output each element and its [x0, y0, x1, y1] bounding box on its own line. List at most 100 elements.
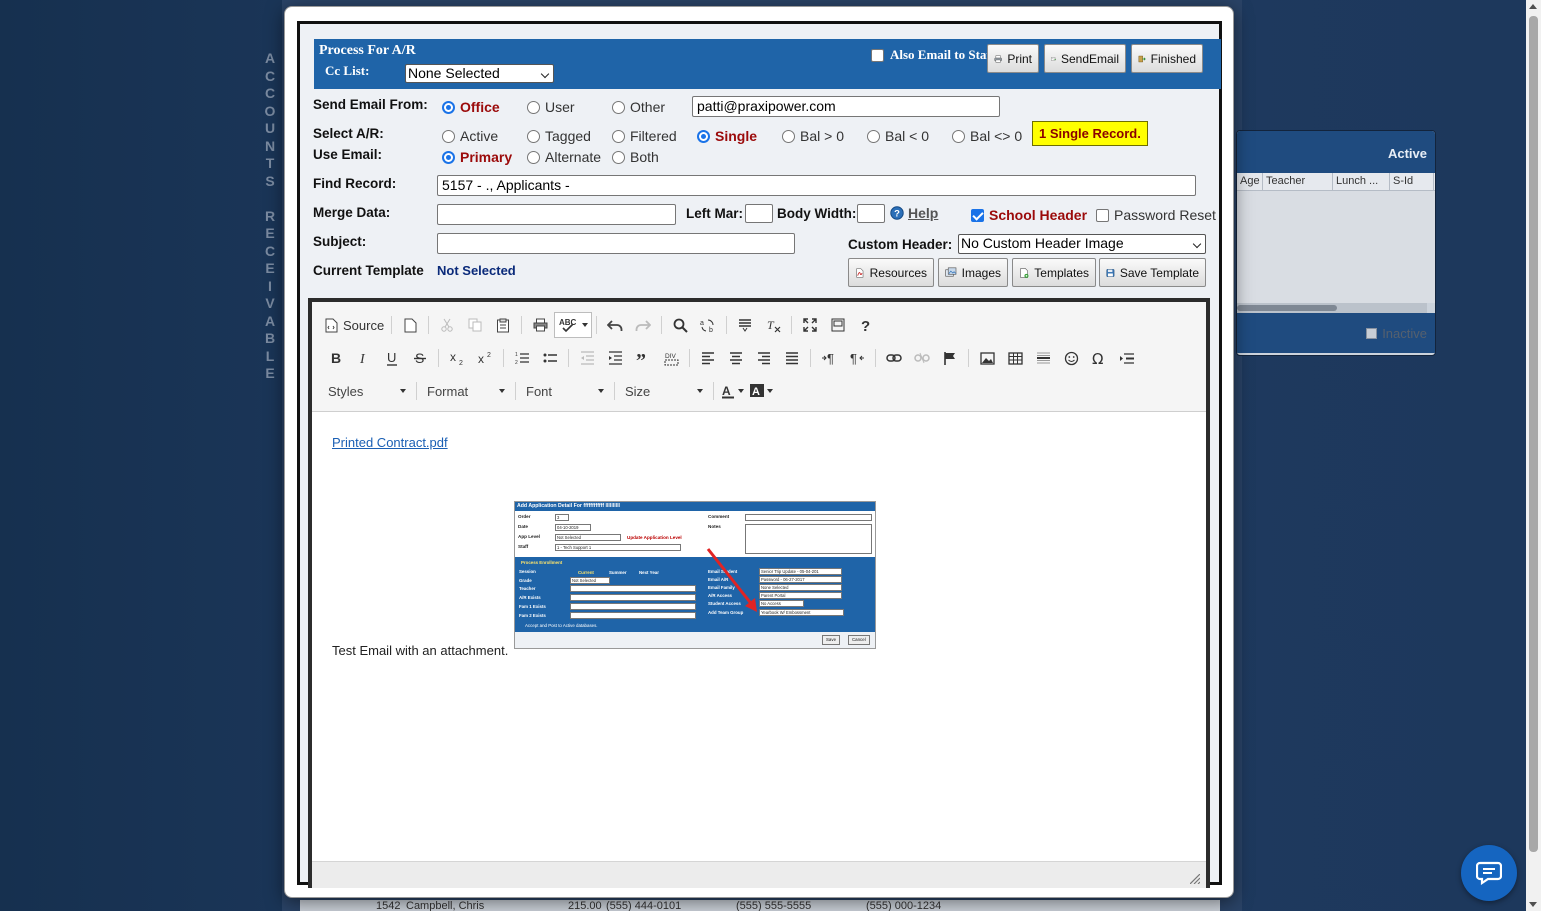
merge-data-input[interactable] [437, 204, 676, 225]
select-ar-active-radio[interactable] [442, 129, 455, 143]
chat-button[interactable] [1461, 845, 1517, 901]
horizontal-rule-button[interactable] [1029, 345, 1057, 371]
editor-content-area[interactable]: Printed Contract.pdf Test Email with an … [312, 413, 1206, 861]
anchor-button[interactable] [936, 345, 964, 371]
select-ar-bal-gt-0[interactable]: Bal > 0 [782, 128, 844, 144]
resize-handle-icon[interactable] [1190, 874, 1200, 884]
send-from-office[interactable]: Office [442, 99, 500, 115]
send-from-user[interactable]: User [527, 99, 575, 115]
select-ar-tagged-radio[interactable] [527, 129, 540, 143]
select-ar-single-radio[interactable] [697, 129, 710, 143]
cc-list-select[interactable]: None Selected [405, 64, 554, 83]
inactive-checkbox[interactable] [1366, 327, 1378, 339]
size-combo[interactable]: Size [619, 378, 709, 404]
side-panel-scrollbar[interactable] [1237, 303, 1427, 313]
background-color-button[interactable]: A [747, 378, 776, 404]
create-div-button[interactable]: DIV [657, 345, 685, 371]
new-page-button[interactable] [396, 312, 424, 338]
left-margin-input[interactable] [745, 204, 773, 223]
numbered-list-button[interactable]: 12 [508, 345, 536, 371]
select-ar-bal-ne-0[interactable]: Bal <> 0 [952, 128, 1022, 144]
copy-button[interactable] [461, 312, 489, 338]
special-char-button[interactable]: Ω [1085, 345, 1113, 371]
strikethrough-button[interactable]: S [406, 345, 434, 371]
save-template-button[interactable]: Save Template [1099, 258, 1206, 287]
attachment-link[interactable]: Printed Contract.pdf [332, 435, 448, 450]
use-email-alternate[interactable]: Alternate [527, 149, 601, 165]
smiley-button[interactable] [1057, 345, 1085, 371]
send-from-email-input[interactable]: patti@praxipower.com [692, 96, 1000, 117]
about-button[interactable]: ? [852, 312, 880, 338]
select-all-button[interactable] [731, 312, 759, 338]
subject-input[interactable] [437, 233, 795, 254]
format-combo[interactable]: Format [421, 378, 511, 404]
align-left-button[interactable] [694, 345, 722, 371]
select-ar-filtered-radio[interactable] [612, 129, 625, 143]
print-button[interactable]: Print [987, 44, 1039, 73]
school-header-checkbox[interactable] [971, 208, 984, 222]
cut-button[interactable] [433, 312, 461, 338]
scrollbar-thumb[interactable] [1529, 16, 1538, 852]
maximize-button[interactable] [796, 312, 824, 338]
select-ar-single[interactable]: Single [697, 128, 757, 144]
indent-button[interactable] [601, 345, 629, 371]
custom-header-select[interactable]: No Custom Header Image [958, 234, 1206, 254]
finished-button[interactable]: Finished [1131, 44, 1203, 73]
bulleted-list-button[interactable] [536, 345, 564, 371]
spellcheck-button[interactable]: ABC [554, 312, 593, 338]
subscript-button[interactable]: x2 [443, 345, 471, 371]
send-from-user-radio[interactable] [527, 100, 540, 114]
templates-button[interactable]: Templates [1012, 258, 1096, 287]
find-button[interactable] [666, 312, 694, 338]
replace-button[interactable]: ab [694, 312, 722, 338]
redo-button[interactable] [629, 312, 657, 338]
paste-button[interactable] [489, 312, 517, 338]
image-button[interactable] [973, 345, 1001, 371]
font-combo[interactable]: Font [520, 378, 610, 404]
print-editor-button[interactable] [526, 312, 554, 338]
scroll-up-icon[interactable] [1529, 4, 1537, 9]
send-from-other[interactable]: Other [612, 99, 665, 115]
use-email-primary-radio[interactable] [442, 150, 455, 164]
find-record-input[interactable]: 5157 - ., Applicants - [437, 175, 1196, 196]
link-button[interactable] [880, 345, 908, 371]
unlink-button[interactable] [908, 345, 936, 371]
select-ar-tagged[interactable]: Tagged [527, 128, 591, 144]
justify-button[interactable] [778, 345, 806, 371]
blockquote-button[interactable]: ” [629, 345, 657, 371]
resources-button[interactable]: Resources [848, 258, 934, 287]
italic-button[interactable]: I [350, 345, 378, 371]
styles-combo[interactable]: Styles [322, 378, 412, 404]
images-button[interactable]: Images [938, 258, 1008, 287]
send-from-office-radio[interactable] [442, 100, 455, 114]
send-email-button[interactable]: SendEmail [1044, 44, 1126, 73]
body-width-input[interactable] [857, 204, 885, 223]
use-email-both[interactable]: Both [612, 149, 659, 165]
underline-button[interactable]: U [378, 345, 406, 371]
ltr-button[interactable]: ¶ [815, 345, 843, 371]
text-color-button[interactable]: A [718, 378, 747, 404]
select-ar-bal-ne-0-radio[interactable] [952, 129, 965, 143]
password-reset-option[interactable]: Password Reset [1096, 207, 1216, 223]
select-ar-filtered[interactable]: Filtered [612, 128, 677, 144]
rtl-button[interactable]: ¶ [843, 345, 871, 371]
send-from-other-radio[interactable] [612, 100, 625, 114]
also-email-staff[interactable]: Also Email to Staff [871, 47, 995, 63]
help-link[interactable]: ? Help [890, 205, 938, 221]
use-email-alternate-radio[interactable] [527, 150, 540, 164]
embedded-screenshot-image[interactable]: Add Application Detail For ffffffffffff … [514, 501, 876, 649]
show-blocks-button[interactable] [824, 312, 852, 338]
password-reset-checkbox[interactable] [1096, 208, 1109, 222]
select-ar-bal-lt-0-radio[interactable] [867, 129, 880, 143]
page-break-button[interactable] [1113, 345, 1141, 371]
align-right-button[interactable] [750, 345, 778, 371]
source-button[interactable]: Source [322, 312, 387, 338]
align-center-button[interactable] [722, 345, 750, 371]
select-ar-bal-gt-0-radio[interactable] [782, 129, 795, 143]
superscript-button[interactable]: x2 [471, 345, 499, 371]
undo-button[interactable] [601, 312, 629, 338]
outdent-button[interactable] [573, 345, 601, 371]
use-email-both-radio[interactable] [612, 150, 625, 164]
remove-format-button[interactable]: T [759, 312, 787, 338]
select-ar-active[interactable]: Active [442, 128, 498, 144]
